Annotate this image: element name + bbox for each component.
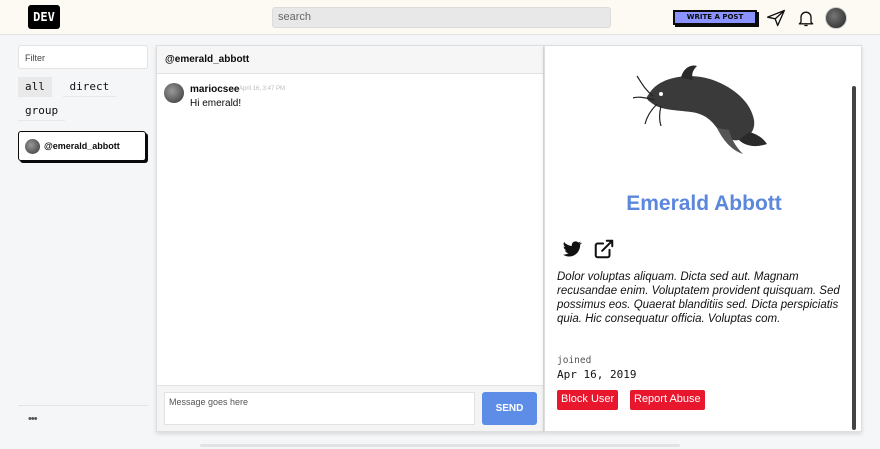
message-text: Hi emerald! [190,98,242,109]
more-options-icon[interactable]: ••• [28,413,38,425]
joined-label: joined [557,355,592,366]
tab-group[interactable]: group [18,101,66,121]
bell-icon[interactable] [796,8,816,28]
message-composer: Message goes here SEND [157,385,543,431]
conversation-avatar [25,138,40,154]
dev-logo[interactable]: DEV [28,5,60,29]
external-link-icon[interactable] [593,238,615,260]
conversation-name: @emerald_abbott [44,141,120,151]
message-avatar[interactable] [164,83,184,103]
send-button[interactable]: SEND [482,392,537,425]
joined-date: Apr 16, 2019 [557,368,637,381]
message-username[interactable]: mariocsee [190,84,239,95]
profile-bio: Dolor voluptas aliquam. Dicta sed aut. M… [557,271,840,325]
write-a-post-button[interactable]: WRITE A POST [673,10,757,25]
social-links [561,238,615,260]
conversation-item[interactable]: @emerald_abbott [18,131,146,161]
channel-type-tabs: all direct group [18,77,148,125]
conversation-sidebar: Filter all direct group @emerald_abbott … [18,45,148,432]
channel-title[interactable]: @emerald_abbott [157,46,543,74]
profile-scrollbar[interactable] [852,86,856,430]
twitter-icon[interactable] [561,238,583,260]
profile-name: Emerald Abbott [626,192,782,215]
filter-input[interactable]: Filter [18,45,148,69]
send-icon[interactable] [766,8,786,28]
user-avatar[interactable] [825,7,847,29]
profile-panel: Emerald Abbott Dolor voluptas aliquam. D… [544,45,862,432]
tab-direct[interactable]: direct [62,77,117,97]
report-abuse-button[interactable]: Report Abuse [630,390,705,410]
message-input[interactable]: Message goes here [164,392,475,425]
sidebar-divider [18,405,148,406]
chat-panel: @emerald_abbott mariocsee April 16, 3:47… [156,45,544,432]
top-bar: DEV search WRITE A POST [0,0,880,35]
search-input[interactable]: search [272,7,611,28]
message-timestamp: April 16, 3:47 PM [239,86,286,92]
block-user-button[interactable]: Block User [557,390,619,410]
window-bottom-shadow [200,444,680,447]
tab-all[interactable]: all [18,77,52,97]
catfish-profile-image [632,65,767,154]
